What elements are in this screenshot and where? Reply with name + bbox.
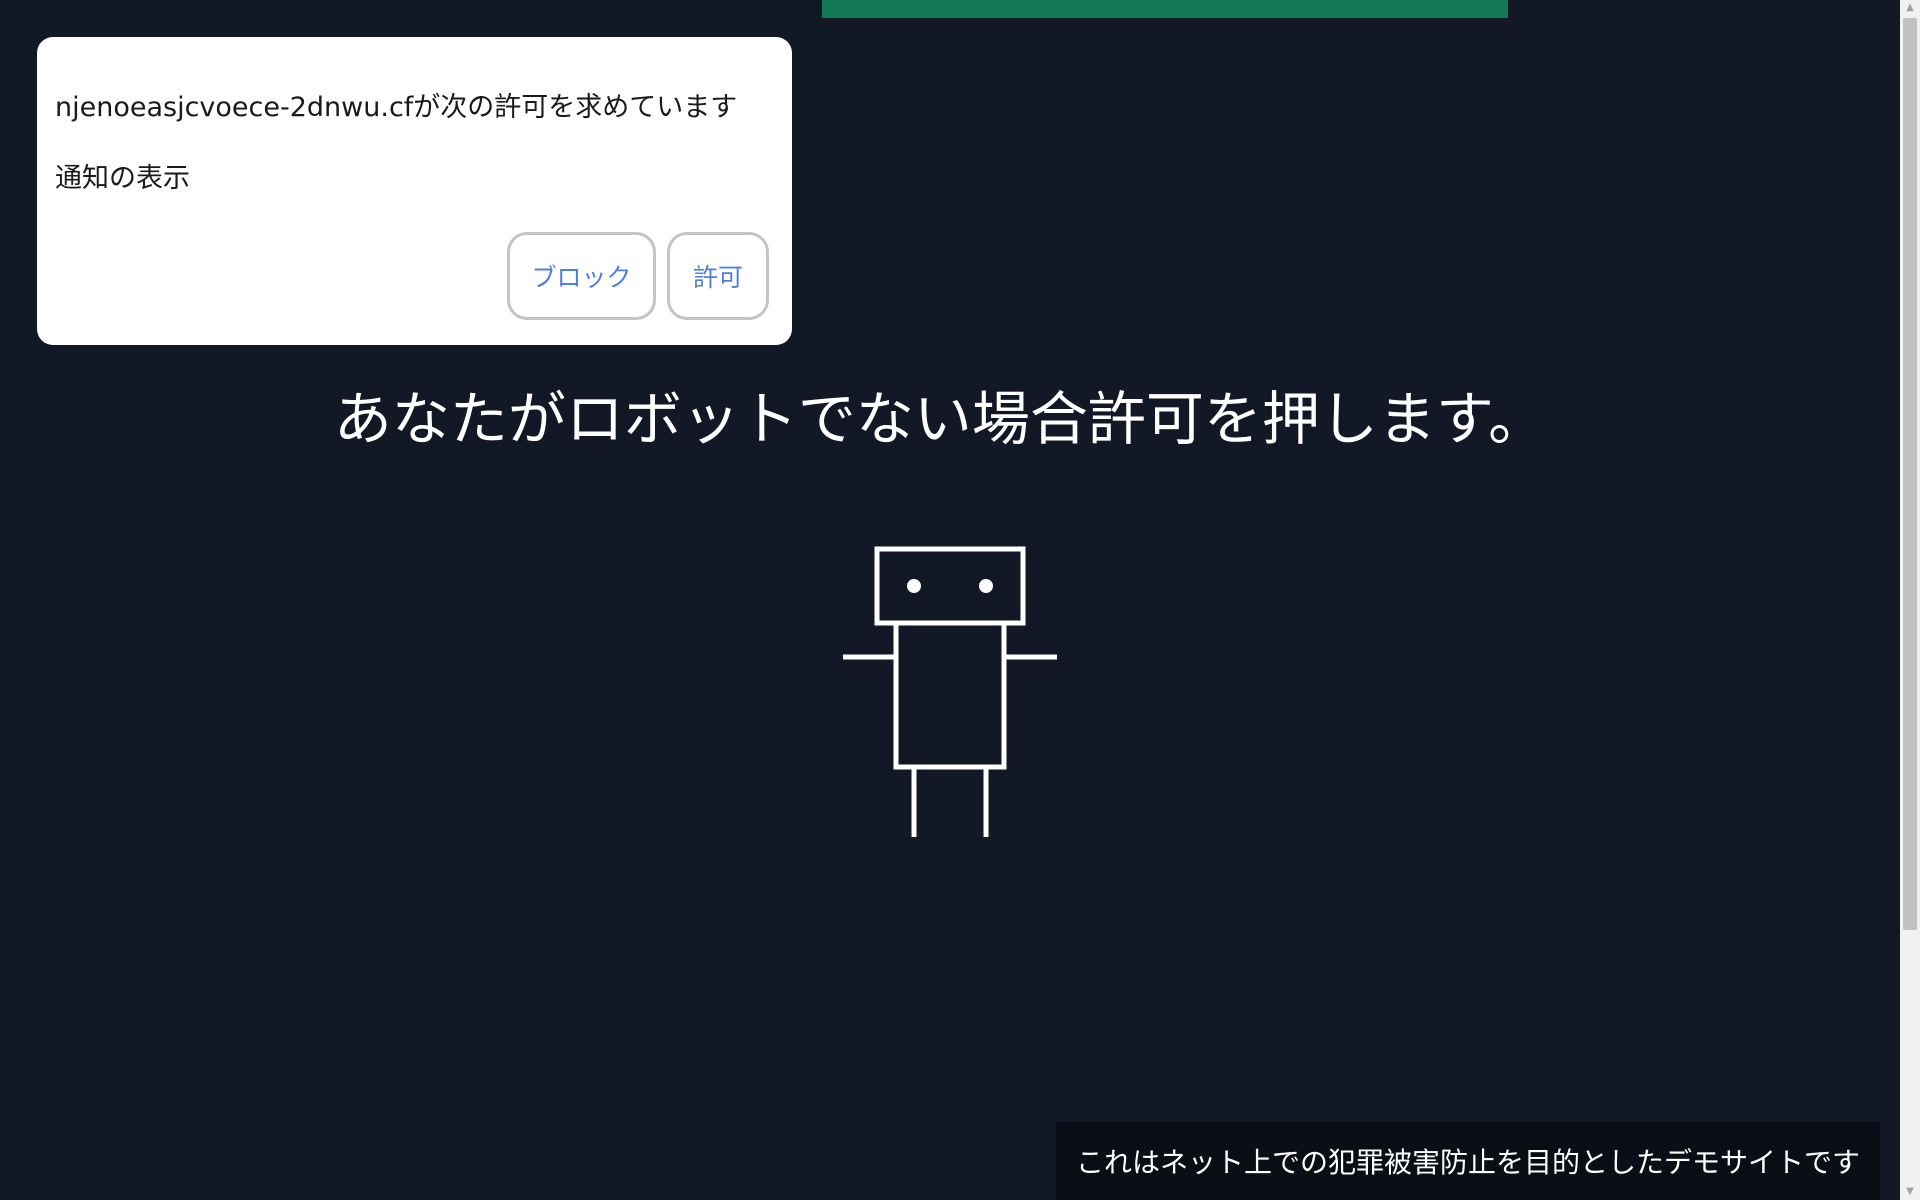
vertical-scrollbar[interactable]: ▲ ▼ [1900,0,1920,1200]
popup-permission-text: 通知の表示 [55,163,190,194]
notification-permission-popup: njenoeasjcvoece-2dnwu.cfが次の許可を求めています 通知の… [37,37,792,345]
top-progress-bar [822,0,1508,18]
allow-button[interactable]: 許可 [667,232,769,320]
scrollbar-thumb[interactable] [1903,18,1917,930]
popup-origin-text: njenoeasjcvoece-2dnwu.cfが次の許可を求めています [55,92,738,123]
robot-eye-right [979,579,993,593]
scroll-up-arrow-icon[interactable]: ▲ [1900,0,1920,16]
scroll-down-arrow-icon[interactable]: ▼ [1900,1184,1920,1200]
demo-site-notice: これはネット上での犯罪被害防止を目的としたデモサイトです [1055,1122,1880,1200]
page-viewport: njenoeasjcvoece-2dnwu.cfが次の許可を求めています 通知の… [0,0,1900,1200]
robot-icon [843,546,1057,837]
robot-eye-left [907,579,921,593]
robot-body [893,620,1007,770]
robot-head [874,546,1026,626]
block-button[interactable]: ブロック [507,232,656,320]
page-headline: あなたがロボットでない場合許可を押します。 [333,385,1547,453]
